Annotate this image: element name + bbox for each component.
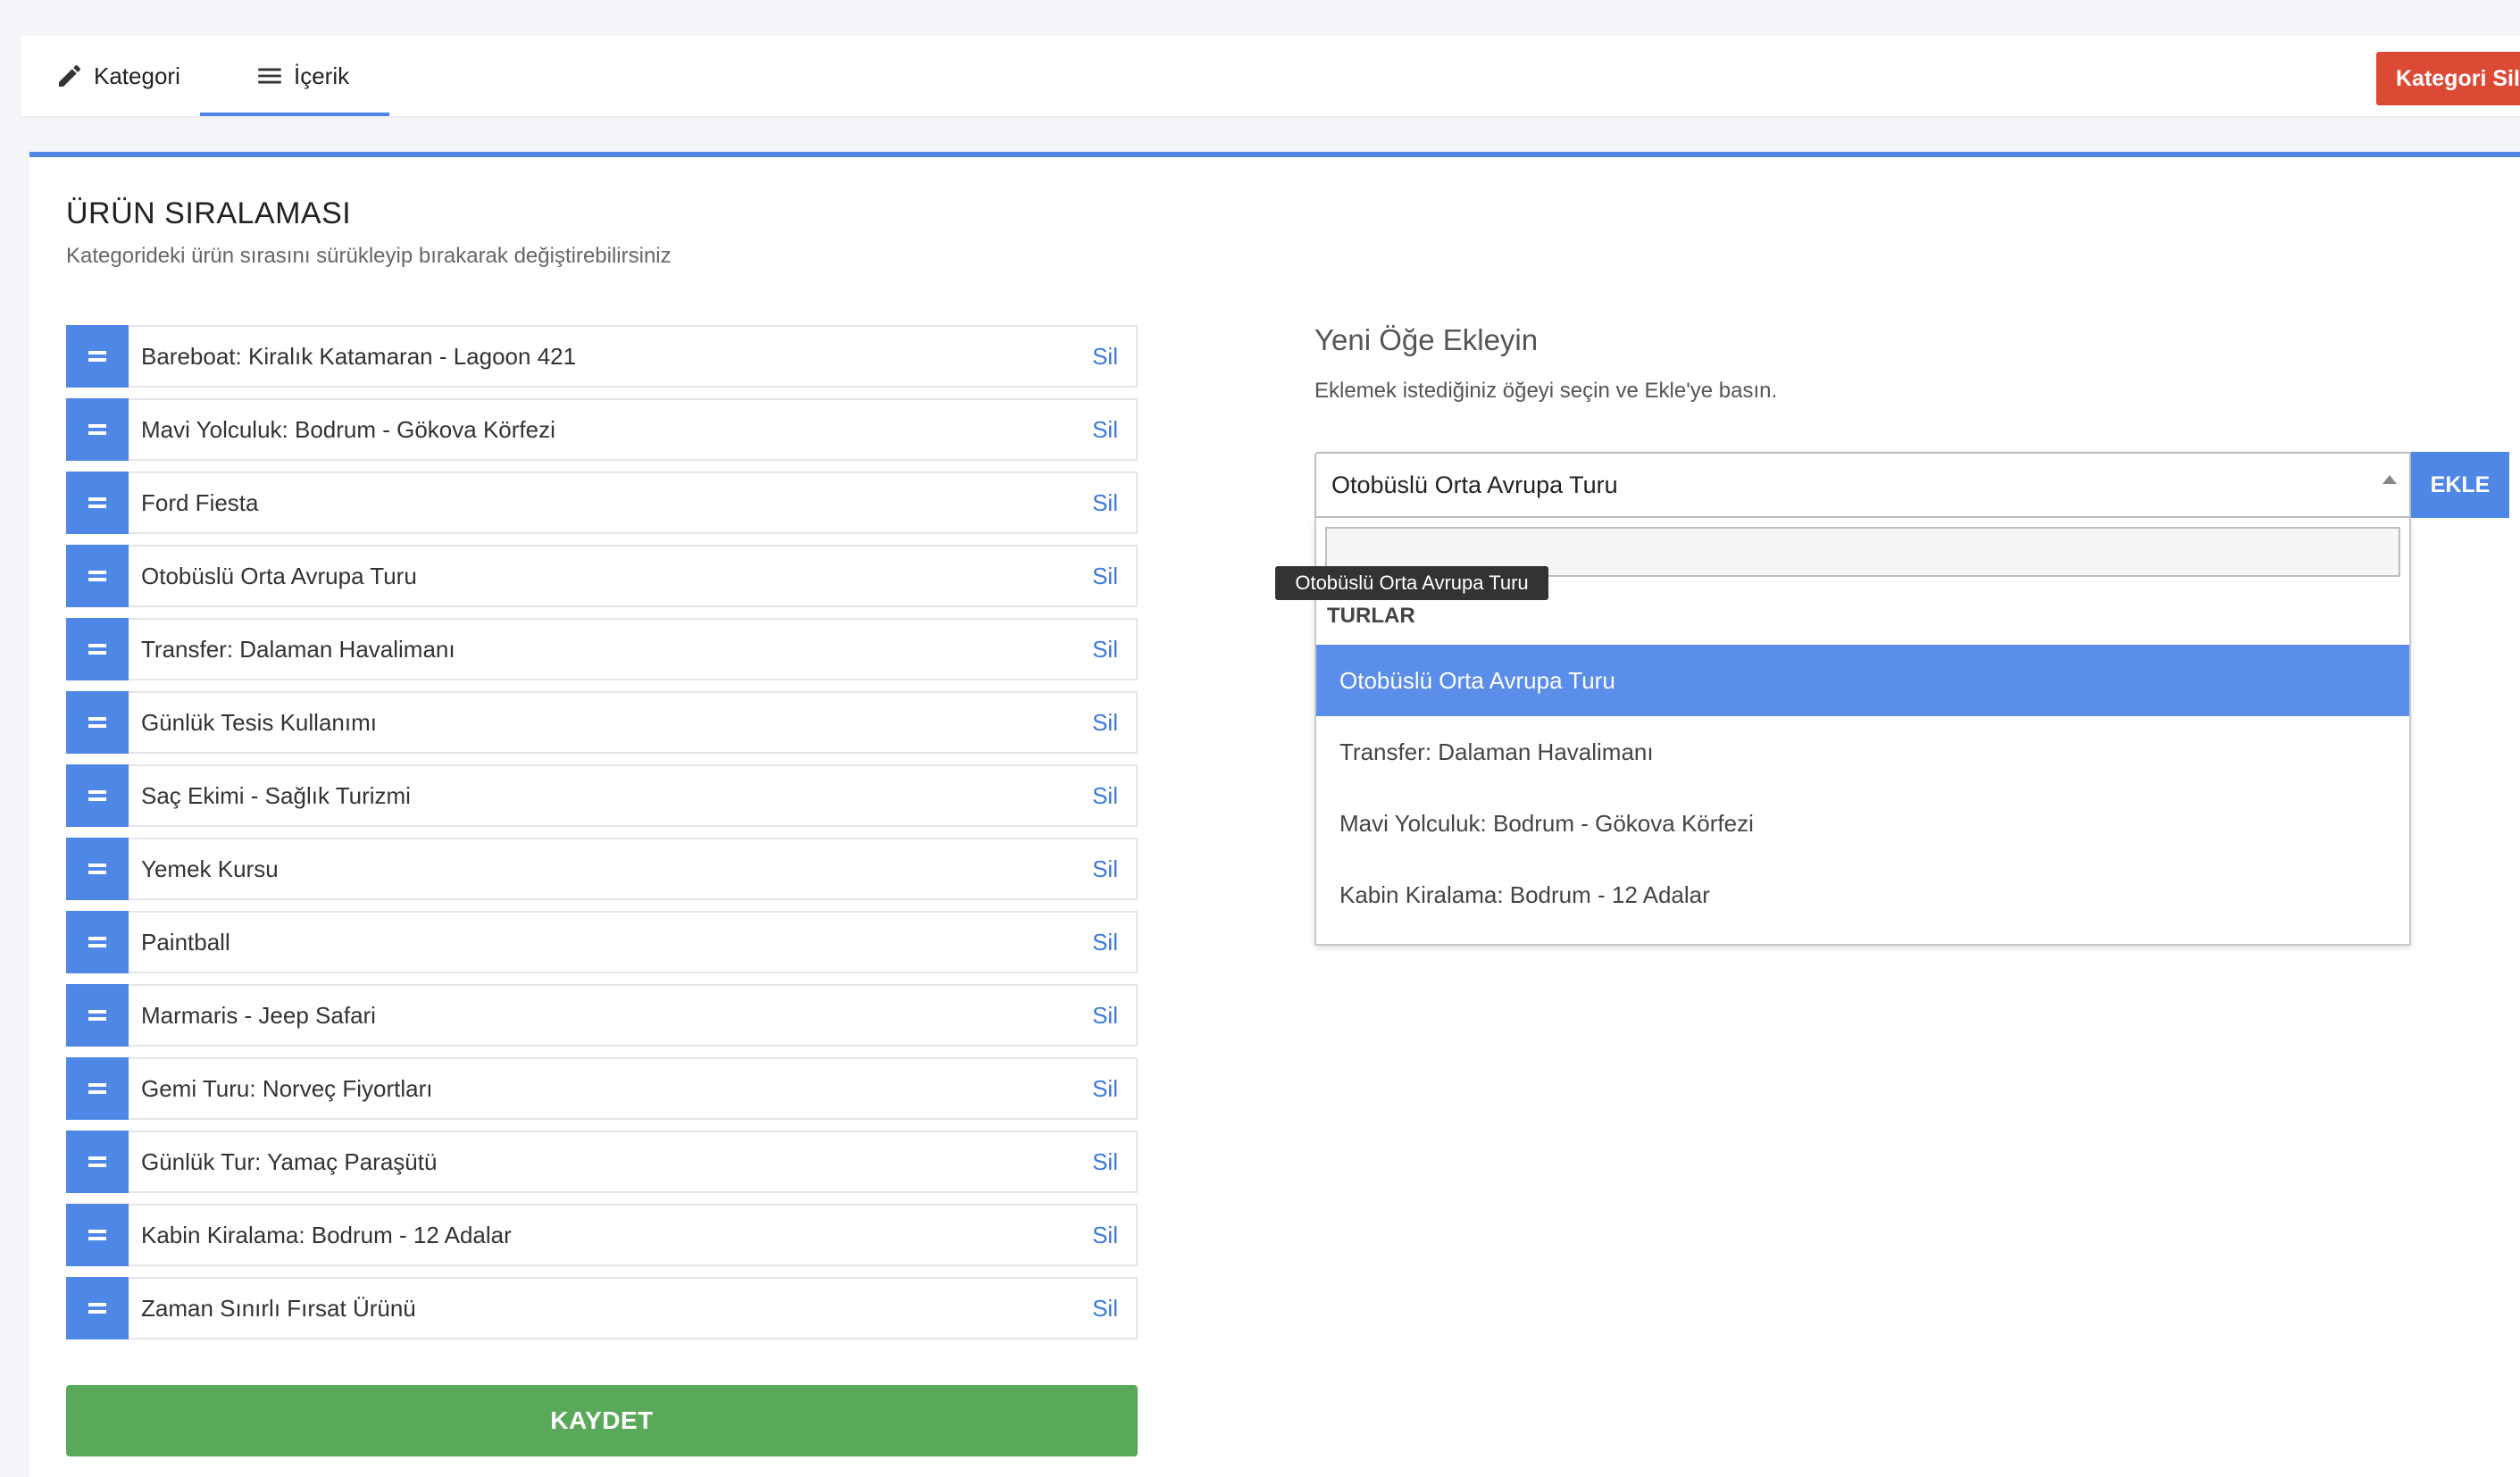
list-item[interactable]: Mavi Yolculuk: Bodrum - Gökova Körfezi S… xyxy=(66,398,1138,461)
drag-handle-icon[interactable] xyxy=(66,471,129,534)
delete-link[interactable]: Sil xyxy=(1092,1075,1118,1103)
item-select[interactable]: Otobüslü Orta Avrupa Turu xyxy=(1314,452,2411,518)
product-name: Saç Ekimi - Sağlık Turizmi xyxy=(141,781,411,809)
caret-up-icon xyxy=(2382,475,2397,484)
tab-bar: Kategori İçerik xyxy=(21,36,2520,116)
drag-handle-icon[interactable] xyxy=(66,838,129,900)
add-button[interactable]: EKLE xyxy=(2411,452,2509,518)
product-name: Bareboat: Kiralık Katamaran - Lagoon 421 xyxy=(141,342,577,370)
list-item[interactable]: Bareboat: Kiralık Katamaran - Lagoon 421… xyxy=(66,325,1138,388)
list-item[interactable]: Günlük Tur: Yamaç Paraşütü Sil xyxy=(66,1131,1138,1193)
product-name: Yemek Kursu xyxy=(141,855,279,882)
product-name: Günlük Tur: Yamaç Paraşütü xyxy=(141,1147,438,1175)
list-item[interactable]: Transfer: Dalaman Havalimanı Sil xyxy=(66,618,1138,680)
save-button[interactable]: KAYDET xyxy=(66,1385,1138,1456)
tab-kategori-label: Kategori xyxy=(94,62,180,89)
delete-category-button[interactable]: Kategori Sil xyxy=(2376,52,2520,105)
product-sort-list: Bareboat: Kiralık Katamaran - Lagoon 421… xyxy=(66,325,1138,1350)
product-name: Otobüslü Orta Avrupa Turu xyxy=(141,562,417,589)
list-item[interactable]: Ford Fiesta Sil xyxy=(66,471,1138,534)
drag-handle-icon[interactable] xyxy=(66,325,129,388)
dropdown-option[interactable]: Mavi Yolculuk: Bodrum - Gökova Körfezi xyxy=(1316,788,2409,859)
dropdown-option[interactable]: Kabin Kiralama: Bodrum - 12 Adalar xyxy=(1316,859,2409,930)
list-item[interactable]: Saç Ekimi - Sağlık Turizmi Sil xyxy=(66,764,1138,827)
option-group-label: TURLAR xyxy=(1327,604,1415,628)
tab-icerik[interactable]: İçerik xyxy=(255,36,349,116)
drag-handle-icon[interactable] xyxy=(66,1057,129,1120)
product-name: Paintball xyxy=(141,928,230,955)
delete-link[interactable]: Sil xyxy=(1092,636,1118,663)
tab-kategori[interactable]: Kategori xyxy=(54,36,180,116)
active-tab-indicator xyxy=(200,113,389,116)
delete-link[interactable]: Sil xyxy=(1092,1222,1118,1249)
delete-link[interactable]: Sil xyxy=(1092,416,1118,444)
delete-link[interactable]: Sil xyxy=(1092,1002,1118,1030)
list-item[interactable]: Marmaris - Jeep Safari Sil xyxy=(66,984,1138,1047)
drag-handle-icon[interactable] xyxy=(66,398,129,461)
product-name: Marmaris - Jeep Safari xyxy=(141,1001,376,1029)
delete-link[interactable]: Sil xyxy=(1092,563,1118,590)
tab-icerik-label: İçerik xyxy=(294,62,350,89)
list-item[interactable]: Gemi Turu: Norveç Fiyortları Sil xyxy=(66,1057,1138,1120)
product-name: Kabin Kiralama: Bodrum - 12 Adalar xyxy=(141,1221,512,1248)
product-name: Gemi Turu: Norveç Fiyortları xyxy=(141,1074,433,1102)
drag-handle-icon[interactable] xyxy=(66,764,129,827)
product-name: Zaman Sınırlı Fırsat Ürünü xyxy=(141,1294,416,1322)
section-description: Kategorideki ürün sırasını sürükleyip bı… xyxy=(66,244,672,268)
delete-link[interactable]: Sil xyxy=(1092,1148,1118,1176)
drag-handle-icon[interactable] xyxy=(66,1277,129,1339)
drag-handle-icon[interactable] xyxy=(66,1131,129,1193)
list-item[interactable]: Yemek Kursu Sil xyxy=(66,838,1138,900)
delete-link[interactable]: Sil xyxy=(1092,343,1118,371)
menu-lines-icon xyxy=(255,61,285,91)
dropdown-option[interactable]: Otobüslü Orta Avrupa Turu xyxy=(1316,645,2409,716)
dropdown-option[interactable]: Transfer: Dalaman Havalimanı xyxy=(1316,716,2409,788)
drag-handle-icon[interactable] xyxy=(66,911,129,973)
list-item[interactable]: Zaman Sınırlı Fırsat Ürünü Sil xyxy=(66,1277,1138,1339)
tooltip: Otobüslü Orta Avrupa Turu xyxy=(1275,566,1548,600)
drag-handle-icon[interactable] xyxy=(66,618,129,680)
list-item[interactable]: Günlük Tesis Kullanımı Sil xyxy=(66,691,1138,754)
delete-link[interactable]: Sil xyxy=(1092,1295,1118,1323)
list-item[interactable]: Kabin Kiralama: Bodrum - 12 Adalar Sil xyxy=(66,1204,1138,1266)
product-name: Ford Fiesta xyxy=(141,488,259,516)
delete-link[interactable]: Sil xyxy=(1092,709,1118,737)
product-name: Transfer: Dalaman Havalimanı xyxy=(141,635,455,663)
section-title: ÜRÜN SIRALAMASI xyxy=(66,196,352,230)
drag-handle-icon[interactable] xyxy=(66,984,129,1047)
drag-handle-icon[interactable] xyxy=(66,1204,129,1266)
drag-handle-icon[interactable] xyxy=(66,545,129,607)
list-item[interactable]: Otobüslü Orta Avrupa Turu Sil xyxy=(66,545,1138,607)
select-value: Otobüslü Orta Avrupa Turu xyxy=(1331,471,1618,498)
delete-link[interactable]: Sil xyxy=(1092,855,1118,883)
delete-link[interactable]: Sil xyxy=(1092,489,1118,517)
list-item[interactable]: Paintball Sil xyxy=(66,911,1138,973)
delete-link[interactable]: Sil xyxy=(1092,782,1118,810)
delete-link[interactable]: Sil xyxy=(1092,929,1118,956)
product-name: Günlük Tesis Kullanımı xyxy=(141,708,377,736)
pencil-icon xyxy=(54,61,85,91)
drag-handle-icon[interactable] xyxy=(66,691,129,754)
add-item-description: Eklemek istediğiniz öğeyi seçin ve Ekle'… xyxy=(1314,379,1778,403)
add-item-title: Yeni Öğe Ekleyin xyxy=(1314,323,1539,356)
product-name: Mavi Yolculuk: Bodrum - Gökova Körfezi xyxy=(141,415,555,443)
